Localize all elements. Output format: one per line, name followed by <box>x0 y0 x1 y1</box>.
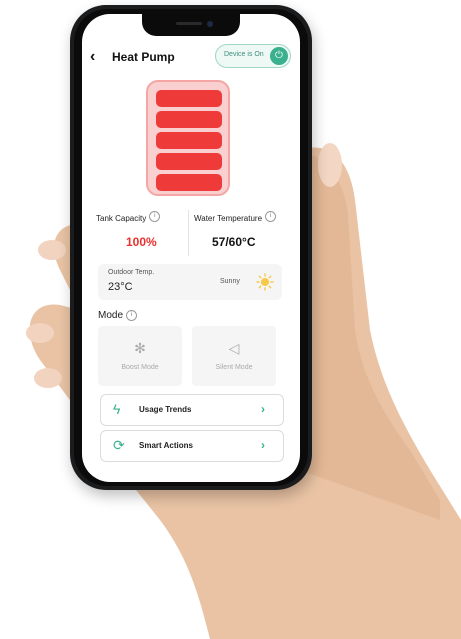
tank-capacity-stat: Tank Capacity i 100% <box>96 208 196 258</box>
chevron-left-icon[interactable]: ‹ <box>90 48 95 66</box>
mode-section-title: Mode i <box>98 310 138 322</box>
chevron-right-icon: › <box>261 438 265 452</box>
info-icon[interactable]: i <box>149 211 161 223</box>
stats-divider <box>188 210 189 256</box>
water-temperature-stat: Water Temperature i 57/60°C <box>194 208 294 258</box>
app-header: ‹ Heat Pump Device is On ⏻ <box>82 44 300 72</box>
lightning-icon: ϟ <box>113 401 121 417</box>
tank-level-segment <box>156 90 222 107</box>
info-icon[interactable]: i <box>126 310 138 321</box>
silent-mode-label: Silent Mode <box>215 364 253 371</box>
page-title: Heat Pump <box>112 50 175 64</box>
outdoor-temp-card: Outdoor Temp. 23°C Sunny <box>98 264 282 300</box>
tank-level-segment <box>156 132 222 149</box>
usage-trends-label: Usage Trends <box>139 405 192 414</box>
tank-level-segment <box>156 111 222 128</box>
power-icon: ⏻ <box>270 47 288 65</box>
tank-level-segment <box>156 174 222 191</box>
water-temperature-label: Water Temperature <box>194 214 263 223</box>
info-icon[interactable]: i <box>265 211 277 223</box>
tank-capacity-label: Tank Capacity <box>96 214 147 223</box>
camera-icon <box>207 21 213 27</box>
boost-mode-label: Boost Mode <box>121 364 159 371</box>
boost-mode-button[interactable]: ✻ Boost Mode <box>98 326 182 386</box>
tank-capacity-value: 100% <box>126 235 157 249</box>
smart-actions-button[interactable]: ⟳ Smart Actions › <box>100 430 284 462</box>
silent-mode-button[interactable]: ◁ Silent Mode <box>192 326 276 386</box>
outdoor-temp-value: 23°C <box>108 281 133 293</box>
mode-title-label: Mode <box>98 310 124 322</box>
sun-icon <box>256 273 274 291</box>
device-power-toggle[interactable]: Device is On ⏻ <box>215 44 291 68</box>
tank-level-icon <box>146 80 230 196</box>
smart-actions-label: Smart Actions <box>139 441 193 450</box>
fan-icon: ✻ <box>134 340 146 356</box>
notch <box>142 14 240 36</box>
usage-trends-button[interactable]: ϟ Usage Trends › <box>100 394 284 426</box>
chevron-right-icon: › <box>261 402 265 416</box>
outdoor-temp-label: Outdoor Temp. <box>108 269 155 276</box>
tank-level-segment <box>156 153 222 170</box>
water-temperature-value: 57/60°C <box>212 235 256 249</box>
refresh-icon: ⟳ <box>113 437 125 453</box>
phone-screen: ‹ Heat Pump Device is On ⏻ Tank Capacity… <box>82 14 300 482</box>
device-status-label: Device is On <box>224 51 264 58</box>
weather-condition: Sunny <box>220 278 240 285</box>
speaker-grille <box>176 22 202 25</box>
speaker-icon: ◁ <box>228 340 240 356</box>
